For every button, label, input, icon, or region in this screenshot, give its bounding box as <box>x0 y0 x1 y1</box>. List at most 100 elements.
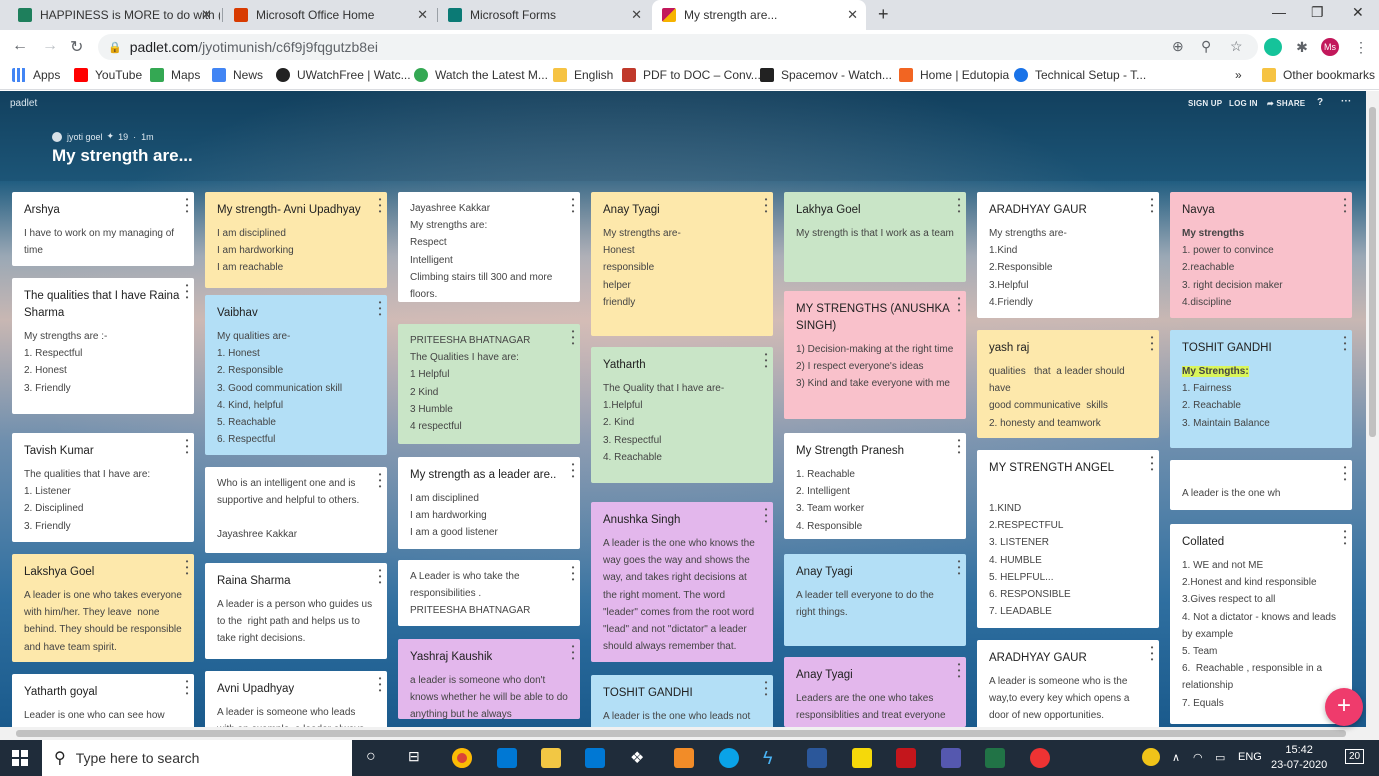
post-menu-icon[interactable] <box>184 678 190 696</box>
post-menu-icon[interactable] <box>570 643 576 661</box>
post-menu-icon[interactable] <box>956 558 962 576</box>
more-options-icon[interactable]: ··· <box>1341 96 1352 107</box>
post-menu-icon[interactable] <box>377 196 383 214</box>
post-menu-icon[interactable] <box>956 196 962 214</box>
padlet-post[interactable]: A leader is the one wh <box>1170 460 1352 510</box>
bookmark-youtube[interactable]: YouTube <box>74 68 142 82</box>
grammarly-icon[interactable] <box>1264 38 1282 56</box>
post-menu-icon[interactable] <box>763 351 769 369</box>
bookmark-maps[interactable]: Maps <box>150 68 200 82</box>
scroll-thumb[interactable] <box>16 730 1346 737</box>
back-icon[interactable]: ← <box>12 37 28 55</box>
padlet-post[interactable]: Who is an intelligent one and is support… <box>205 467 387 553</box>
sticky-notes-icon[interactable] <box>852 748 872 768</box>
padlet-logo[interactable]: padlet <box>10 98 37 109</box>
padlet-post[interactable]: Yashraj Kaushik a leader is someone who d… <box>398 639 580 719</box>
close-icon[interactable]: ✕ <box>417 7 428 23</box>
post-menu-icon[interactable] <box>1342 334 1348 352</box>
bookmark-news[interactable]: News <box>212 68 263 82</box>
post-menu-icon[interactable] <box>377 567 383 585</box>
padlet-post[interactable]: My strength as a leader are.. I am discip… <box>398 457 580 549</box>
padlet-post[interactable]: Anay Tyagi A leader tell everyone to do t… <box>784 554 966 646</box>
post-menu-icon[interactable] <box>763 196 769 214</box>
padlet-post[interactable]: Yatharth The Quality that I have are- 1.He… <box>591 347 773 483</box>
padlet-post[interactable]: Raina Sharma A leader is a person who gui… <box>205 563 387 659</box>
tab-office[interactable]: Microsoft Office Home ✕ <box>224 0 436 30</box>
language-indicator[interactable]: ENG <box>1238 751 1262 763</box>
tab-happiness[interactable]: HAPPINESS is MORE to do with ( ✕ <box>8 0 220 30</box>
padlet-post[interactable]: MY STRENGTHS (ANUSHKA SINGH) 1) Decision-… <box>784 291 966 419</box>
extensions-icon[interactable]: ✱ <box>1293 38 1311 56</box>
post-menu-icon[interactable] <box>763 506 769 524</box>
taskbar-search[interactable]: ⚲ Type here to search <box>42 740 352 776</box>
padlet-post[interactable]: Vaibhav My qualities are- 1. Honest 2. Resp… <box>205 295 387 455</box>
teams-icon[interactable] <box>941 748 961 768</box>
padlet-post[interactable]: TOSHIT GANDHI A leader is the one who lea… <box>591 675 773 727</box>
padlet-post[interactable]: Collated 1. WE and not ME 2.Honest and kin… <box>1170 524 1352 724</box>
post-menu-icon[interactable] <box>763 679 769 697</box>
post-menu-icon[interactable] <box>570 196 576 214</box>
edge-icon[interactable] <box>719 748 739 768</box>
padlet-post[interactable]: Jayashree Kakkar My strengths are: Respect… <box>398 192 580 302</box>
padlet-post[interactable]: Tavish Kumar The qualities that I have ar… <box>12 433 194 542</box>
padlet-post[interactable]: Lakhya Goel My strength is that I work as… <box>784 192 966 282</box>
padlet-post[interactable]: TOSHIT GANDHI My Strengths: 1. Fairness 2. … <box>1170 330 1352 448</box>
post-menu-icon[interactable] <box>956 437 962 455</box>
system-clock[interactable]: 15:42 23-07-2020 <box>1271 743 1327 773</box>
padlet-post[interactable]: MY STRENGTH ANGEL 1.KIND 2.RESPECTFUL 3. LI… <box>977 450 1159 628</box>
post-menu-icon[interactable] <box>1149 196 1155 214</box>
padlet-post[interactable]: ARADHYAY GAUR A leader is someone who is … <box>977 640 1159 727</box>
bookmark-english[interactable]: English <box>553 68 613 82</box>
post-menu-icon[interactable] <box>377 299 383 317</box>
app-icon[interactable]: ϟ <box>763 748 783 768</box>
word-icon[interactable] <box>807 748 827 768</box>
windows-start-icon[interactable] <box>12 750 28 766</box>
post-menu-icon[interactable] <box>956 295 962 313</box>
post-menu-icon[interactable] <box>1342 464 1348 482</box>
file-explorer-icon[interactable] <box>541 748 561 768</box>
padlet-post[interactable]: Anay Tyagi My strengths are- Honest respons… <box>591 192 773 336</box>
dropbox-icon[interactable]: ❖ <box>630 748 650 768</box>
address-bar[interactable]: 🔒 padlet.com/jyotimunish/c6f9j9fqgutzb8e… <box>98 34 1258 60</box>
post-menu-icon[interactable] <box>377 471 383 489</box>
bookmark-uwatchfree[interactable]: UWatchFree | Watc... <box>276 68 411 82</box>
post-menu-icon[interactable] <box>1149 334 1155 352</box>
snipping-icon[interactable] <box>1030 748 1050 768</box>
padlet-post[interactable]: yash raj qualities that a leader should h… <box>977 330 1159 438</box>
close-icon[interactable]: ✕ <box>847 7 858 23</box>
more-menu-icon[interactable]: ⋮ <box>1352 38 1370 56</box>
login-link[interactable]: LOG IN <box>1229 99 1258 108</box>
forward-icon[interactable]: → <box>42 37 58 55</box>
cortana-icon[interactable]: ○ <box>366 748 376 766</box>
post-menu-icon[interactable] <box>184 437 190 455</box>
notifications-icon[interactable]: 20 <box>1345 749 1365 764</box>
post-menu-icon[interactable] <box>956 661 962 679</box>
profile-avatar[interactable]: Ms <box>1321 38 1339 56</box>
excel-icon[interactable] <box>985 748 1005 768</box>
share-button[interactable]: ➦ SHARE <box>1267 99 1305 108</box>
tab-padlet[interactable]: My strength are... ✕ <box>652 0 866 30</box>
padlet-post[interactable]: A Leader is who take the responsibilitie… <box>398 560 580 626</box>
zoom-icon[interactable]: ⚲ <box>1201 38 1211 55</box>
bookmarks-overflow[interactable]: » <box>1235 68 1242 82</box>
tab-forms[interactable]: Microsoft Forms ✕ <box>438 0 650 30</box>
padlet-post[interactable]: Avni Upadhyay A leader is someone who lea… <box>205 671 387 727</box>
padlet-post[interactable]: My Strength Pranesh 1. Reachable 2. Intell… <box>784 433 966 539</box>
post-menu-icon[interactable] <box>1149 644 1155 662</box>
horizontal-scrollbar[interactable] <box>0 727 1379 740</box>
reload-icon[interactable]: ↻ <box>70 37 83 57</box>
other-bookmarks[interactable]: Other bookmarks <box>1262 68 1375 82</box>
help-icon[interactable]: ? <box>1317 97 1323 108</box>
help-tray-icon[interactable] <box>1142 748 1160 766</box>
author-name[interactable]: jyoti goel <box>67 132 103 142</box>
padlet-post[interactable]: Yatharth goyal Leader is one who can see … <box>12 674 194 727</box>
chevron-up-icon[interactable]: ∧ <box>1172 751 1180 764</box>
bookmark-apps[interactable]: Apps <box>12 68 60 82</box>
mail-icon[interactable] <box>497 748 517 768</box>
vertical-scrollbar[interactable] <box>1366 91 1379 727</box>
restore-icon[interactable]: ❐ <box>1311 4 1324 21</box>
post-menu-icon[interactable] <box>1149 454 1155 472</box>
post-menu-icon[interactable] <box>1342 196 1348 214</box>
post-menu-icon[interactable] <box>570 564 576 582</box>
close-icon[interactable]: ✕ <box>201 7 212 23</box>
